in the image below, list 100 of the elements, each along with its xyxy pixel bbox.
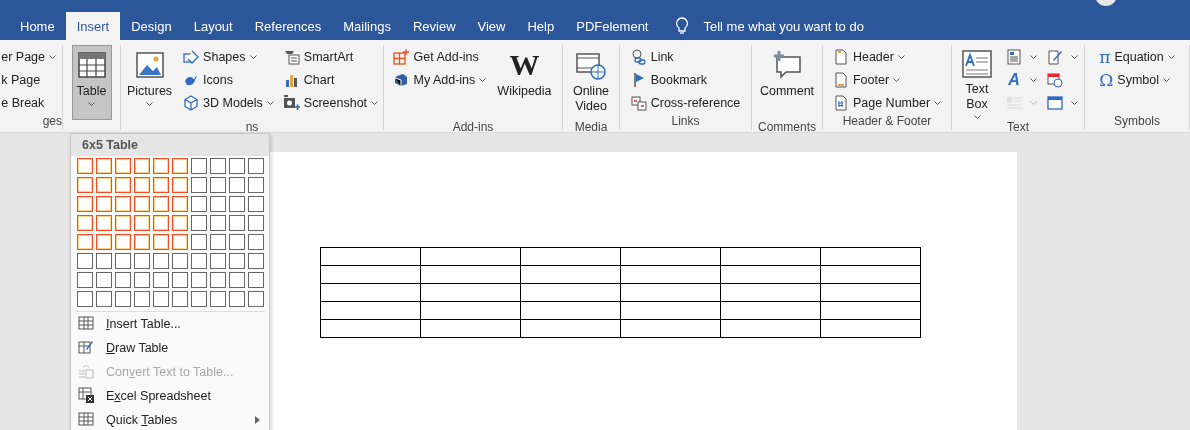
grid-cell[interactable] — [115, 253, 131, 269]
ribbon-button[interactable]: e Break — [0, 91, 59, 114]
ribbon-button[interactable]: π Equation — [1096, 45, 1178, 68]
grid-cell[interactable] — [96, 158, 112, 174]
grid-cell[interactable] — [153, 196, 169, 212]
grid-cell[interactable] — [229, 253, 245, 269]
ribbon-button[interactable]: My Add-ins — [390, 68, 490, 91]
grid-cell[interactable] — [153, 158, 169, 174]
grid-cell[interactable] — [115, 215, 131, 231]
grid-cell[interactable] — [134, 234, 150, 250]
menu-item[interactable]: Insert Table... — [71, 312, 269, 336]
ribbon-button[interactable]: 3D Models — [180, 91, 277, 114]
menu-item[interactable]: Excel Spreadsheet — [71, 384, 269, 408]
ribbon-button[interactable]: Online Video — [566, 45, 616, 120]
grid-cell[interactable] — [115, 177, 131, 193]
ribbon-tab[interactable]: References — [243, 12, 333, 40]
ribbon-button[interactable]: W Wikipedia — [493, 45, 556, 120]
grid-cell[interactable] — [96, 234, 112, 250]
ribbon-button[interactable]: Screenshot — [280, 91, 382, 114]
ribbon-tab[interactable]: Home — [9, 12, 66, 40]
ribbon-tab[interactable]: Insert — [65, 12, 121, 40]
ribbon-button[interactable]: Header — [829, 45, 945, 68]
ribbon-icon-button[interactable]: A — [1003, 68, 1040, 91]
grid-cell[interactable] — [77, 177, 93, 193]
ribbon-tab[interactable]: Layout — [182, 12, 244, 40]
grid-cell[interactable] — [153, 253, 169, 269]
grid-cell[interactable] — [191, 177, 207, 193]
grid-cell[interactable] — [77, 291, 93, 307]
grid-cell[interactable] — [153, 291, 169, 307]
ribbon-tab[interactable]: Design — [120, 12, 183, 40]
grid-cell[interactable] — [229, 272, 245, 288]
ribbon-button[interactable]: er Page — [0, 45, 59, 68]
grid-cell[interactable] — [96, 215, 112, 231]
grid-cell[interactable] — [248, 215, 264, 231]
ribbon-button[interactable]: Chart — [280, 68, 382, 91]
menu-item[interactable]: Draw Table — [71, 336, 269, 360]
ribbon-button[interactable]: Icons — [180, 68, 277, 91]
grid-cell[interactable] — [172, 253, 188, 269]
grid-cell[interactable] — [96, 253, 112, 269]
grid-cell[interactable] — [229, 234, 245, 250]
grid-cell[interactable] — [229, 158, 245, 174]
grid-cell[interactable] — [210, 272, 226, 288]
grid-cell[interactable] — [248, 291, 264, 307]
grid-cell[interactable] — [96, 291, 112, 307]
grid-cell[interactable] — [172, 291, 188, 307]
ribbon-button[interactable]: Pictures — [122, 45, 177, 120]
grid-cell[interactable] — [210, 291, 226, 307]
ribbon-button[interactable]: Page Number — [829, 91, 945, 114]
grid-cell[interactable] — [115, 158, 131, 174]
grid-cell[interactable] — [191, 158, 207, 174]
grid-cell[interactable] — [96, 177, 112, 193]
ribbon-tab[interactable]: Help — [516, 12, 566, 40]
grid-cell[interactable] — [115, 234, 131, 250]
ribbon-button[interactable]: Link — [627, 45, 744, 68]
ribbon-button[interactable]: Get Add-ins — [390, 45, 490, 68]
grid-cell[interactable] — [229, 196, 245, 212]
grid-cell[interactable] — [248, 196, 264, 212]
grid-cell[interactable] — [134, 215, 150, 231]
grid-cell[interactable] — [153, 177, 169, 193]
grid-cell[interactable] — [115, 196, 131, 212]
ribbon-button[interactable]: Shapes — [180, 45, 277, 68]
grid-cell[interactable] — [229, 177, 245, 193]
grid-cell[interactable] — [153, 234, 169, 250]
grid-cell[interactable] — [210, 196, 226, 212]
grid-cell[interactable] — [210, 177, 226, 193]
ribbon-button[interactable]: Bookmark — [627, 68, 744, 91]
grid-cell[interactable] — [77, 196, 93, 212]
grid-cell[interactable] — [191, 253, 207, 269]
grid-cell[interactable] — [115, 272, 131, 288]
ribbon-button[interactable]: Footer — [829, 68, 945, 91]
menu-item[interactable]: Quick Tables — [71, 408, 269, 430]
grid-cell[interactable] — [172, 272, 188, 288]
grid-cell[interactable] — [153, 272, 169, 288]
grid-cell[interactable] — [248, 158, 264, 174]
grid-cell[interactable] — [134, 291, 150, 307]
grid-cell[interactable] — [172, 234, 188, 250]
grid-cell[interactable] — [210, 215, 226, 231]
grid-cell[interactable] — [248, 177, 264, 193]
ribbon-button[interactable]: Ω Symbol — [1096, 68, 1178, 91]
grid-cell[interactable] — [77, 215, 93, 231]
grid-cell[interactable] — [191, 234, 207, 250]
ribbon-button[interactable]: Text Box — [955, 45, 999, 120]
ribbon-button[interactable]: SmartArt — [280, 45, 382, 68]
grid-cell[interactable] — [134, 177, 150, 193]
tell-me-field[interactable]: Tell me what you want to do — [701, 17, 926, 35]
ribbon-button[interactable]: Comment — [755, 45, 819, 120]
grid-cell[interactable] — [96, 272, 112, 288]
grid-cell[interactable] — [210, 253, 226, 269]
grid-cell[interactable] — [248, 272, 264, 288]
grid-cell[interactable] — [77, 158, 93, 174]
ribbon-tab[interactable]: PDFelement — [565, 12, 660, 40]
grid-cell[interactable] — [229, 291, 245, 307]
grid-cell[interactable] — [153, 215, 169, 231]
grid-cell[interactable] — [191, 291, 207, 307]
ribbon-tab[interactable]: Review — [401, 12, 467, 40]
ribbon-tab[interactable]: View — [466, 12, 517, 40]
grid-cell[interactable] — [210, 158, 226, 174]
grid-cell[interactable] — [134, 253, 150, 269]
grid-cell[interactable] — [77, 234, 93, 250]
grid-cell[interactable] — [172, 215, 188, 231]
